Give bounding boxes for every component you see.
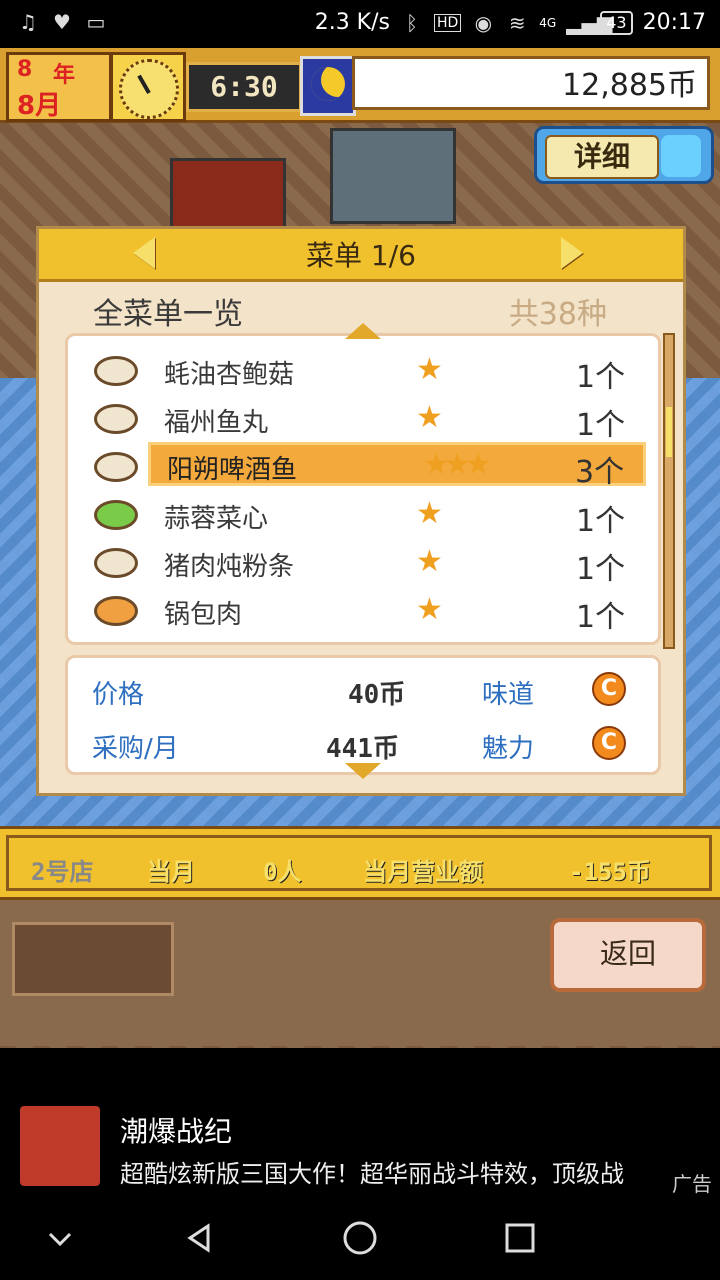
date-display: 8 年 8月	[6, 52, 112, 122]
scrollbar-thumb[interactable]	[666, 407, 672, 457]
dish-name: 锅包肉	[164, 600, 243, 630]
collapse-icon[interactable]	[40, 1218, 80, 1258]
star-rating: ★	[416, 496, 443, 531]
ad-app-icon[interactable]	[20, 1106, 100, 1186]
price-value: 40币	[348, 680, 406, 710]
recents-nav-icon[interactable]	[500, 1218, 540, 1258]
dish-icon	[94, 356, 138, 386]
dish-row[interactable]: 锅包肉 ★ 1个	[88, 590, 648, 635]
signal-label: 4G	[539, 15, 557, 30]
eye-icon: ◉	[474, 10, 493, 35]
dish-row[interactable]: 猪肉炖粉条 ★ 1个	[88, 542, 648, 587]
store-name: 2号店	[31, 858, 94, 886]
bunny-mascot-icon	[661, 135, 701, 177]
ad-banner[interactable]: 潮爆战纪 超酷炫新版三国大作！超华丽战斗特效，顶级战 广告	[0, 1070, 720, 1198]
star-rating: ★	[416, 544, 443, 579]
scrollbar[interactable]	[663, 333, 675, 649]
money-display: 12,885币	[352, 56, 710, 110]
dish-icon	[94, 596, 138, 626]
dish-info: 价格 40币 味道 C 采购/月 441币 魅力 C	[65, 655, 661, 775]
ad-title[interactable]: 潮爆战纪	[120, 1110, 232, 1150]
price-label: 价格	[92, 680, 145, 710]
dish-icon	[94, 548, 138, 578]
health-icon: ♥	[53, 10, 71, 34]
menu-title: 菜单 1/6	[306, 239, 416, 272]
shop-slot[interactable]	[12, 922, 174, 996]
clock-icon	[110, 52, 186, 122]
month-label: 8月	[17, 91, 62, 121]
dish-icon	[94, 404, 138, 434]
store-summary-bar: 2号店 当月 0人 当月营业额 -155币	[0, 826, 720, 900]
dish-row-selected[interactable]: 阳朔啤酒鱼 ★★★ 3个	[148, 442, 646, 490]
building-block	[330, 128, 456, 224]
detail-button[interactable]: 详细	[534, 126, 714, 184]
system-nav-bar	[0, 1196, 720, 1280]
music-icon: ♫	[19, 10, 37, 34]
detail-label: 详细	[545, 135, 659, 179]
dish-qty: 1个	[576, 552, 626, 587]
clock-time: 20:17	[642, 10, 706, 35]
revenue-label: 当月营业额	[363, 858, 483, 886]
dish-name: 福州鱼丸	[164, 408, 269, 438]
charm-label: 魅力	[482, 734, 535, 764]
moon-icon	[300, 56, 356, 116]
dish-row[interactable]: 福州鱼丸 ★ 1个	[88, 398, 648, 443]
dish-qty: 1个	[576, 408, 626, 443]
dish-row[interactable]: 蚝油杏鲍菇 ★ 1个	[88, 350, 648, 395]
building-block	[170, 158, 286, 234]
back-nav-icon[interactable]	[180, 1218, 220, 1258]
game-time: 6:30	[186, 62, 302, 112]
star-rating: ★★★	[423, 447, 492, 482]
wifi-icon: ≋	[508, 10, 526, 35]
dish-qty: 3个	[575, 455, 625, 490]
star-rating: ★	[416, 592, 443, 627]
this-month-label: 当月	[147, 858, 195, 886]
dish-icon	[94, 500, 138, 530]
dish-list: 蚝油杏鲍菇 ★ 1个 福州鱼丸 ★ 1个 阳朔啤酒鱼 ★★★ 3个 蒜蓉菜心 ★…	[65, 333, 661, 645]
taste-label: 味道	[482, 680, 535, 710]
menu-header: 菜单 1/6	[39, 229, 683, 282]
signal-icon: ▂▄▆	[566, 10, 613, 35]
ad-description[interactable]: 超酷炫新版三国大作！超华丽战斗特效，顶级战	[120, 1154, 680, 1189]
scroll-up-arrow-icon[interactable]	[345, 323, 381, 339]
dish-name: 阳朔啤酒鱼	[167, 455, 298, 485]
app-icon: ▭	[86, 10, 106, 34]
battery-indicator: 43	[600, 10, 633, 35]
dish-qty: 1个	[576, 504, 626, 539]
charm-grade-badge: C	[592, 726, 626, 760]
star-rating: ★	[416, 352, 443, 387]
list-heading: 全菜单一览	[93, 297, 243, 332]
bluetooth-icon: ᛒ	[405, 10, 418, 35]
scroll-down-arrow-icon[interactable]	[345, 763, 381, 779]
year-number: 8	[17, 57, 33, 82]
visitor-count: 0人	[263, 858, 302, 886]
star-rating: ★	[416, 400, 443, 435]
back-button[interactable]: 返回	[550, 918, 706, 992]
ad-label: 广告	[672, 1172, 712, 1196]
dish-qty: 1个	[576, 360, 626, 395]
hd-badge: HD	[433, 13, 462, 32]
dish-total: 共38种	[508, 297, 607, 332]
taste-grade-badge: C	[592, 672, 626, 706]
dish-row[interactable]: 蒜蓉菜心 ★ 1个	[88, 494, 648, 539]
dish-icon	[94, 452, 138, 482]
menu-panel: 菜单 1/6 全菜单一览 共38种 蚝油杏鲍菇 ★ 1个 福州鱼丸 ★ 1个 阳…	[36, 226, 686, 796]
network-speed: 2.3 K/s	[314, 10, 390, 35]
status-bar: ♫ ♥ ▭ 2.3 K/s ᛒ HD ◉ ≋ 4G ▂▄▆ 43 20:17	[0, 0, 720, 48]
dish-qty: 1个	[576, 600, 626, 635]
dish-name: 猪肉炖粉条	[164, 552, 295, 582]
dish-name: 蒜蓉菜心	[164, 504, 269, 534]
purchase-label: 采购/月	[92, 734, 179, 764]
home-nav-icon[interactable]	[340, 1218, 380, 1258]
dish-name: 蚝油杏鲍菇	[164, 360, 295, 390]
next-page-arrow-icon[interactable]	[561, 237, 583, 269]
revenue-value: -155币	[569, 858, 651, 886]
purchase-value: 441币	[326, 734, 399, 764]
